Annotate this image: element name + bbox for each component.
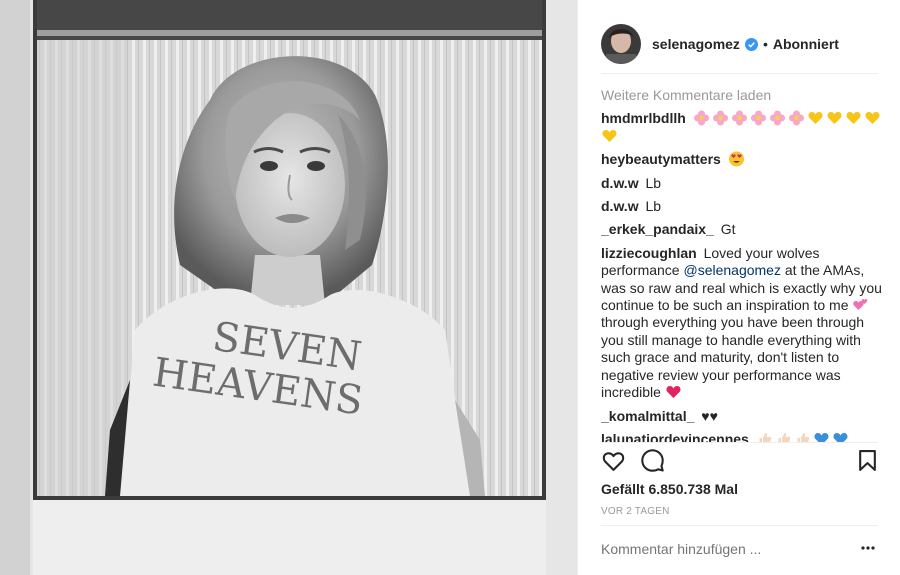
comment-username[interactable]: d.w.w — [601, 198, 639, 214]
add-comment-input[interactable] — [601, 541, 856, 557]
more-options-icon[interactable] — [861, 546, 875, 550]
comment-item: lizziecoughlan Loved your wolves perform… — [601, 245, 883, 402]
comment-username[interactable]: hmdmrlbdllh — [601, 110, 686, 126]
pink-flower-icon — [750, 110, 769, 126]
red-heart-icon — [665, 384, 684, 400]
comment-username[interactable]: lalunatiordevincennes — [601, 431, 749, 442]
comment-item: d.w.w Lb — [601, 198, 883, 215]
post-actions — [601, 448, 878, 474]
post-timestamp[interactable]: VOR 2 TAGEN — [601, 506, 670, 517]
comment-item: _erkek_pandaix_ Gt — [601, 221, 883, 238]
comment-text: Lb — [645, 174, 662, 191]
header-divider — [601, 73, 878, 74]
heart-outline-icon[interactable] — [601, 448, 626, 473]
comment-item: _komalmittal_ ♥♥ — [601, 408, 883, 425]
yellow-heart-icon — [807, 110, 826, 126]
post-username[interactable]: selenagomez — [652, 36, 740, 52]
thumbs-up-icon — [794, 431, 813, 442]
two-hearts-icon — [852, 297, 871, 313]
pink-flower-icon — [731, 110, 750, 126]
thumbs-up-icon — [775, 431, 794, 442]
verified-badge-icon — [744, 37, 758, 51]
comments-divider — [601, 442, 878, 443]
post-header: selenagomez • Abonniert — [601, 14, 878, 74]
comment-item: d.w.w Lb — [601, 175, 883, 192]
likes-count[interactable]: Gefällt 6.850.738 Mal — [601, 481, 738, 497]
bookmark-icon[interactable] — [857, 449, 878, 472]
post-photo[interactable]: SEVEN HEAVENS — [0, 0, 577, 575]
load-more-comments-button[interactable]: Weitere Kommentare laden — [601, 87, 883, 104]
yellow-heart-icon — [845, 110, 864, 126]
blue-heart-icon — [813, 431, 832, 442]
comment-text: ♥♥ — [701, 407, 718, 424]
pink-flower-icon — [693, 110, 712, 126]
comment-text: Lb — [645, 198, 662, 215]
footer-divider — [601, 525, 878, 526]
comment-username[interactable]: _komalmittal_ — [601, 408, 694, 424]
comment-username[interactable]: _erkek_pandaix_ — [601, 221, 714, 237]
yellow-heart-icon — [864, 110, 883, 126]
heart-eyes-face-icon — [728, 151, 747, 167]
comment-mention-link[interactable]: @selenagomez — [683, 262, 781, 278]
comment-item: hmdmrlbdllh — [601, 110, 883, 145]
pink-flower-icon — [769, 110, 788, 126]
thumbs-up-icon — [756, 431, 775, 442]
comment-text: Gt — [720, 221, 736, 238]
photo-image: SEVEN HEAVENS — [0, 0, 577, 575]
pink-flower-icon — [712, 110, 731, 126]
follow-status-button[interactable]: Abonniert — [773, 36, 839, 52]
blue-heart-icon — [832, 431, 851, 442]
comment-bubble-icon[interactable] — [640, 448, 665, 473]
comment-item: lalunatiordevincennes — [601, 431, 883, 442]
comment-text: through everything you have been through… — [601, 314, 865, 401]
yellow-heart-icon — [826, 110, 845, 126]
comment-username[interactable]: d.w.w — [601, 175, 639, 191]
pink-flower-icon — [788, 110, 807, 126]
comment-username[interactable]: lizziecoughlan — [601, 245, 697, 261]
comment-username[interactable]: heybeautymatters — [601, 151, 721, 167]
avatar[interactable] — [601, 24, 641, 64]
avatar-image — [601, 24, 641, 64]
post-sidebar: selenagomez • Abonniert Weitere Kommenta… — [577, 0, 900, 575]
yellow-heart-icon — [601, 128, 620, 144]
header-separator: • — [762, 36, 768, 52]
comment-list[interactable]: Weitere Kommentare laden hmdmrlbdllh hey… — [601, 84, 883, 442]
comment-item: heybeautymatters — [601, 151, 883, 168]
